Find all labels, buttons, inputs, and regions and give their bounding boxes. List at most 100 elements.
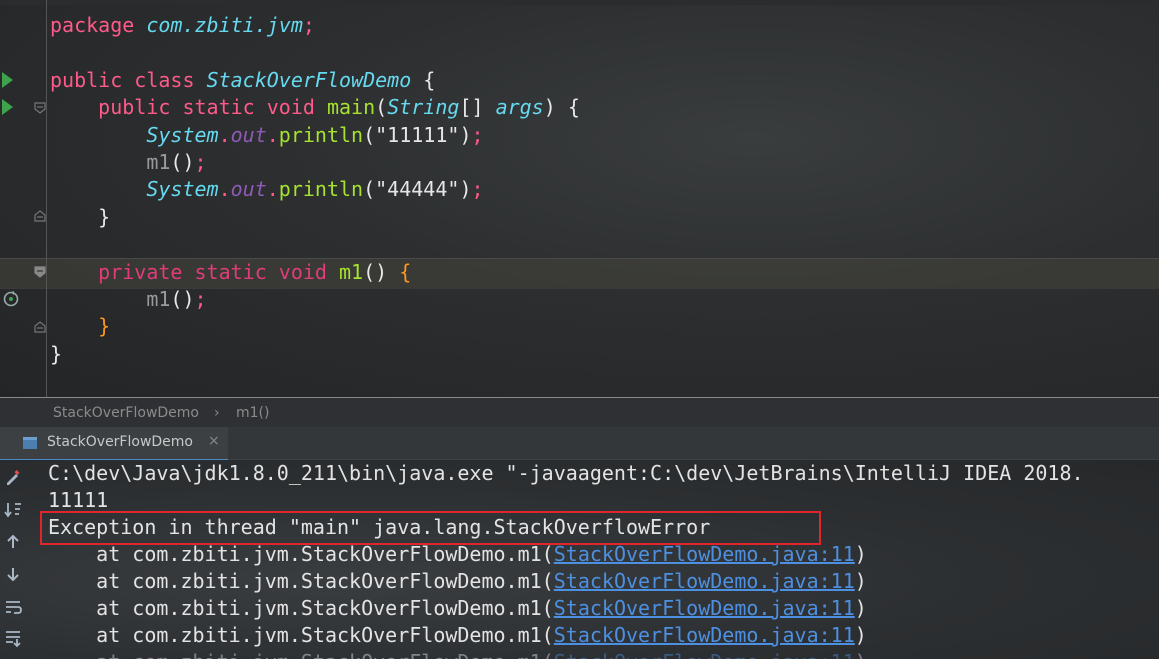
code-token: System <box>50 122 219 147</box>
code-token: public <box>50 67 135 92</box>
code-line[interactable]: public static void main(String[] args) { <box>50 94 580 121</box>
code-token: void <box>278 259 340 284</box>
stack-trace-line: at com.zbiti.jvm.StackOverFlowDemo.m1(St… <box>48 595 867 622</box>
trace-text: at com.zbiti.jvm.StackOverFlowDemo.m1( <box>48 542 554 566</box>
editor-tab-strip <box>0 0 1159 5</box>
soft-wrap-icon[interactable] <box>3 597 23 617</box>
code-token: void <box>266 95 327 120</box>
run-console[interactable]: C:\dev\Java\jdk1.8.0_211\bin\java.exe "-… <box>0 460 1159 659</box>
code-token: package <box>50 13 147 37</box>
code-line[interactable]: m1(); <box>50 149 207 176</box>
code-token: } <box>50 204 111 229</box>
sort-down-icon[interactable] <box>3 500 23 520</box>
code-line[interactable]: } <box>50 341 62 368</box>
breadcrumb-separator-icon: › <box>214 405 220 421</box>
code-line[interactable]: package com.zbiti.jvm; <box>50 12 315 39</box>
code-token: [] <box>459 95 496 120</box>
code-token: ( <box>363 177 376 202</box>
trace-text: at com.zbiti.jvm.StackOverFlowDemo.m1( <box>48 650 554 659</box>
code-token: "11111" <box>375 122 460 147</box>
scroll-to-end-icon[interactable] <box>3 628 23 648</box>
code-token: println <box>278 122 364 147</box>
code-token: out <box>230 177 267 202</box>
trace-text: ) <box>854 596 867 620</box>
code-token: { <box>411 67 436 92</box>
code-line[interactable]: System.out.println("11111"); <box>50 122 484 149</box>
trace-source-link[interactable]: StackOverFlowDemo.java:11 <box>554 596 855 620</box>
code-token: ; <box>302 13 315 37</box>
breadcrumb-method[interactable]: m1() <box>236 405 269 421</box>
code-token: main <box>326 95 376 120</box>
error-highlight-box <box>40 511 821 545</box>
code-line[interactable]: m1(); <box>50 286 206 313</box>
code-token: . <box>218 122 231 147</box>
code-token: () <box>170 287 195 311</box>
code-token: () <box>363 259 400 284</box>
code-line[interactable]: private static void m1() { <box>50 259 411 286</box>
fold-icon[interactable] <box>34 321 46 333</box>
code-token: private <box>50 259 195 284</box>
editor-gutter[interactable] <box>0 0 46 397</box>
code-token: out <box>230 122 267 147</box>
gutter-separator <box>46 0 47 397</box>
fold-icon[interactable] <box>34 102 46 114</box>
trace-source-link[interactable]: StackOverFlowDemo.java:11 <box>554 650 855 659</box>
code-line[interactable]: } <box>50 313 110 340</box>
breadcrumb: StackOverFlowDemo › m1() <box>0 397 1159 428</box>
console-command-line: C:\dev\Java\jdk1.8.0_211\bin\java.exe "-… <box>48 461 1084 485</box>
arrow-down-icon[interactable] <box>3 564 23 584</box>
code-token: StackOverFlowDemo <box>206 67 412 92</box>
console-toolbar <box>0 460 34 659</box>
fold-icon[interactable] <box>34 210 46 222</box>
stack-trace-line: at com.zbiti.jvm.StackOverFlowDemo.m1(St… <box>48 541 867 568</box>
run-main-icon[interactable] <box>2 99 13 115</box>
run-tab-label: StackOverFlowDemo <box>47 434 193 450</box>
code-token: . <box>266 122 279 147</box>
code-line[interactable]: } <box>50 204 110 231</box>
close-icon[interactable]: × <box>208 433 220 449</box>
trace-source-link[interactable]: StackOverFlowDemo.java:11 <box>554 569 855 593</box>
run-config-icon <box>23 437 37 449</box>
trace-source-link[interactable]: StackOverFlowDemo.java:11 <box>554 542 855 566</box>
arrow-up-icon[interactable] <box>3 532 23 552</box>
trace-text: at com.zbiti.jvm.StackOverFlowDemo.m1( <box>48 596 554 620</box>
tab-run-config[interactable]: StackOverFlowDemo × <box>0 427 228 461</box>
code-token: . <box>218 177 231 202</box>
trace-text: at com.zbiti.jvm.StackOverFlowDemo.m1( <box>48 569 554 593</box>
code-token: String <box>387 95 460 120</box>
fold-icon[interactable] <box>34 266 46 278</box>
code-line[interactable]: public class StackOverFlowDemo { <box>50 67 435 94</box>
code-token: m1 <box>50 150 171 174</box>
code-token: ; <box>471 122 484 147</box>
trace-text: at com.zbiti.jvm.StackOverFlowDemo.m1( <box>48 623 554 647</box>
code-token: args <box>495 95 544 120</box>
trace-text: ) <box>854 623 867 647</box>
code-token: ; <box>194 150 207 174</box>
code-token: } <box>50 341 63 366</box>
code-token: } <box>50 314 111 339</box>
code-token: System <box>50 177 219 202</box>
code-editor[interactable]: package com.zbiti.jvm; public class Stack… <box>0 0 1159 397</box>
code-line[interactable]: System.out.println("44444"); <box>50 176 484 203</box>
code-token: ) <box>459 177 472 202</box>
trace-source-link[interactable]: StackOverFlowDemo.java:11 <box>554 623 855 647</box>
code-token: public <box>50 95 183 120</box>
code-token: { <box>399 259 412 284</box>
code-token: () <box>170 150 195 174</box>
code-token: class <box>134 67 207 92</box>
stack-trace-line-partial: at com.zbiti.jvm.StackOverFlowDemo.m1(St… <box>48 649 867 659</box>
code-token: println <box>278 177 364 202</box>
edit-icon[interactable] <box>3 468 23 488</box>
console-output-line: 11111 <box>48 488 109 512</box>
trace-text: ) <box>854 569 867 593</box>
stack-trace-line: at com.zbiti.jvm.StackOverFlowDemo.m1(St… <box>48 568 867 595</box>
code-token: ; <box>471 177 484 202</box>
code-token: ( <box>375 95 388 120</box>
code-token: "44444" <box>375 177 460 202</box>
trace-text: ) <box>855 650 867 659</box>
code-token: ( <box>363 122 376 147</box>
breadcrumb-class[interactable]: StackOverFlowDemo <box>53 405 199 421</box>
run-class-icon[interactable] <box>2 72 13 88</box>
stack-trace-line: at com.zbiti.jvm.StackOverFlowDemo.m1(St… <box>48 622 867 649</box>
code-token: static <box>194 259 279 284</box>
